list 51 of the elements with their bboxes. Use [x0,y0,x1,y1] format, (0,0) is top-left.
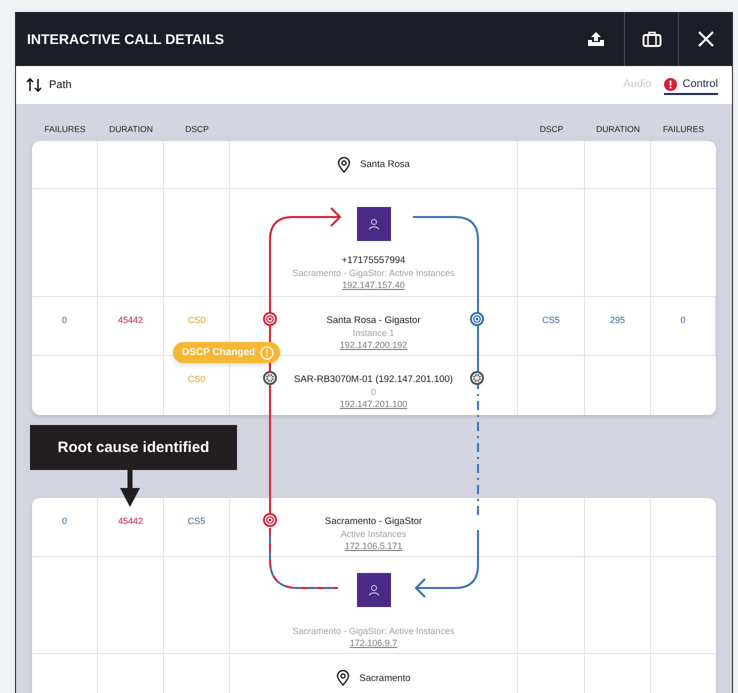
metric-value: 295 [610,315,626,325]
hop-name: Sacramento - GigaStor [324,514,422,528]
callout-arrow [119,468,141,508]
hop-name: Santa Rosa - Gigastor [326,314,420,326]
user-icon [368,584,380,596]
hop-detail: Active Instances [340,528,406,540]
location-name: Santa Rosa [360,158,410,171]
ip-address-link[interactable]: 192.147.200.192 [340,338,408,350]
ip-address-link[interactable]: 192.147.157.40 [342,278,405,290]
user-tile[interactable] [356,206,390,240]
metric-value: CS0 [188,315,206,325]
ip-address-link[interactable]: 172.106.9.7 [350,637,398,649]
endpoint-detail: Sacramento - GigaStor: Active Instances [292,266,455,278]
column-header: FAILURES [662,124,706,134]
metric-value: 45442 [118,516,144,526]
location-name: Sacramento [359,672,411,684]
metric-value: 45442 [118,315,144,325]
metric-value: CS5 [188,516,206,526]
tab[interactable]: Control [664,76,718,94]
user-icon [368,218,380,230]
hop-detail: Instance 1 [352,326,394,338]
metric-value: 0 [62,315,67,325]
ip-address-link[interactable]: 192.147.201.100 [340,398,408,410]
dscp-changed-badge: DSCP Changed [173,342,280,363]
metric-value: CS0 [188,374,206,384]
dashed-path-line [269,528,338,589]
alert-icon [664,78,677,90]
sort-path-button[interactable]: Path [26,78,72,92]
column-header: DSCP [184,124,210,134]
metric-value: CS5 [542,315,560,325]
close-icon [696,30,714,48]
briefcase-icon [642,31,662,47]
warning-icon [260,346,274,360]
sort-arrows-icon [26,78,42,92]
hop-name: SAR-RB3070M-01 (192.147.201.100) [294,373,453,386]
ip-address-link[interactable]: 172.106.5.171 [344,540,402,552]
phone-number: +17175557994 [342,254,406,266]
user-tile[interactable] [356,573,390,607]
column-header: DURATION [595,124,641,134]
column-header: FAILURES [43,124,87,134]
hop-detail: 0 [370,386,376,398]
column-header: DSCP [538,124,564,134]
endpoint-detail: Sacramento - GigaStor: Active Instances [292,625,455,637]
metric-value: 0 [680,315,686,325]
location-pin-icon [337,156,352,172]
column-header: DURATION [108,124,154,134]
callout-label: Root cause identified [30,425,237,470]
window-title: INTERACTIVE CALL DETAILS [27,31,224,47]
metric-value: 0 [62,516,67,526]
upload-tray-icon [587,31,605,47]
location-pin-icon [336,670,350,686]
